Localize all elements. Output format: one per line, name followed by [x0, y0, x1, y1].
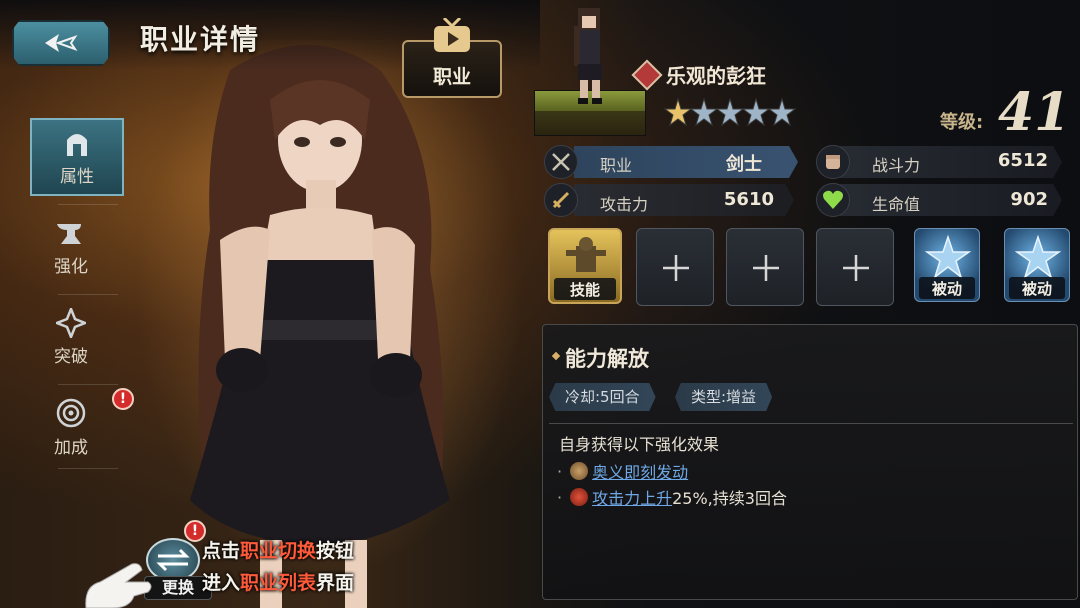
skill-slot[interactable]: 技能 [548, 228, 622, 304]
effect-subtitle: 自身获得以下强化效果 [559, 435, 720, 454]
effect-text: 25%,持续3回合 [672, 489, 787, 508]
star-icon [664, 98, 692, 126]
star-badge-icon [925, 235, 971, 279]
level-value: 41 [998, 82, 1071, 143]
effect-link[interactable]: 奥义即刻发动 [592, 459, 688, 483]
nav-divider [58, 204, 118, 205]
slot-label: 被动 [931, 280, 962, 298]
heart-icon [816, 183, 850, 217]
back-arrow-icon [45, 34, 78, 52]
nav-item-label: 强化 [54, 256, 88, 277]
star-icon [690, 98, 718, 126]
stat-label-power: 战斗力 [872, 156, 921, 175]
warrior-skill-icon [566, 237, 606, 272]
character-artwork [190, 45, 450, 608]
passive-slot[interactable]: 被动 [1004, 228, 1070, 302]
empty-slot[interactable] [816, 228, 894, 306]
nav-item-attributes[interactable]: 属性 [30, 118, 124, 196]
slot-label: 技能 [569, 281, 600, 299]
shuriken-icon [56, 307, 86, 338]
stat-value-power: 6512 [997, 150, 1048, 171]
skill-detail-panel: 能力解放 冷却:5回合 类型:增益 自身获得以下强化效果 · 奥义即刻发动 · … [542, 324, 1078, 600]
stat-value-attack: 5610 [723, 189, 774, 210]
nav-item-label: 加成 [54, 437, 88, 458]
nav-divider [58, 468, 118, 469]
effect-row: · 奥义即刻发动 [557, 459, 688, 483]
rarity-stars [664, 98, 796, 126]
crossed-swords-icon [544, 145, 578, 179]
element-icon [631, 58, 663, 91]
effect-row: · 攻击力上升 25%,持续3回合 [557, 485, 787, 509]
slot-label: 被动 [1021, 280, 1052, 298]
ultimate-icon [570, 462, 589, 480]
pixel-character-sprite [574, 8, 602, 104]
stat-label-hp: 生命值 [872, 195, 921, 214]
helmet-icon [67, 133, 87, 156]
nav-item-enhance[interactable]: 强化 [20, 208, 122, 286]
skill-name: 能力解放 [565, 347, 649, 371]
effect-link[interactable]: 攻击力上升 [592, 485, 672, 509]
job-video-button[interactable]: 职业 [402, 12, 502, 98]
sword-icon [544, 183, 578, 217]
fist-icon [816, 145, 850, 179]
nav-item-label: 属性 [60, 166, 94, 187]
level-label: 等级: [940, 112, 984, 133]
nav-item-bonus[interactable]: 加成 [20, 388, 122, 466]
pointing-hand-icon [85, 563, 152, 608]
empty-slot[interactable] [636, 228, 714, 306]
stat-value-class: 剑士 [726, 154, 762, 175]
nav-divider [58, 384, 118, 385]
tv-icon [434, 18, 470, 52]
divider [549, 423, 1073, 424]
alert-badge: ! [112, 388, 134, 410]
attack-up-icon [570, 488, 589, 506]
job-button-label: 职业 [432, 66, 471, 88]
cooldown-chip: 冷却:5回合 [549, 383, 656, 411]
anvil-icon [57, 223, 81, 244]
type-chip: 类型:增益 [675, 383, 773, 411]
guide-hint-line2: 进入职业列表界面 [202, 572, 355, 594]
stat-label-class: 职业 [600, 156, 633, 175]
plus-icon [843, 255, 869, 281]
plus-icon [663, 255, 689, 281]
page-title: 职业详情 [140, 23, 261, 56]
stat-value-hp: 902 [1010, 189, 1048, 210]
title-diamond-icon [551, 351, 561, 361]
star-icon [768, 98, 796, 126]
passive-slot[interactable]: 被动 [914, 228, 980, 302]
back-button[interactable] [12, 20, 110, 66]
nav-divider [58, 294, 118, 295]
job-name: 乐观的彭狂 [666, 64, 766, 88]
star-badge-icon [1015, 235, 1061, 279]
job-sprite [534, 8, 646, 138]
job-name-row: 乐观的彭狂 [631, 58, 766, 91]
nav-item-label: 突破 [54, 346, 88, 367]
star-icon [716, 98, 744, 126]
plus-icon [753, 255, 779, 281]
empty-slot[interactable] [726, 228, 804, 306]
nav-item-breakthrough[interactable]: 突破 [20, 298, 122, 376]
star-icon [742, 98, 770, 126]
target-icon [56, 398, 86, 427]
guide-hint-line1: 点击职业切换按钮 [202, 540, 355, 562]
stat-label-attack: 攻击力 [600, 195, 649, 214]
